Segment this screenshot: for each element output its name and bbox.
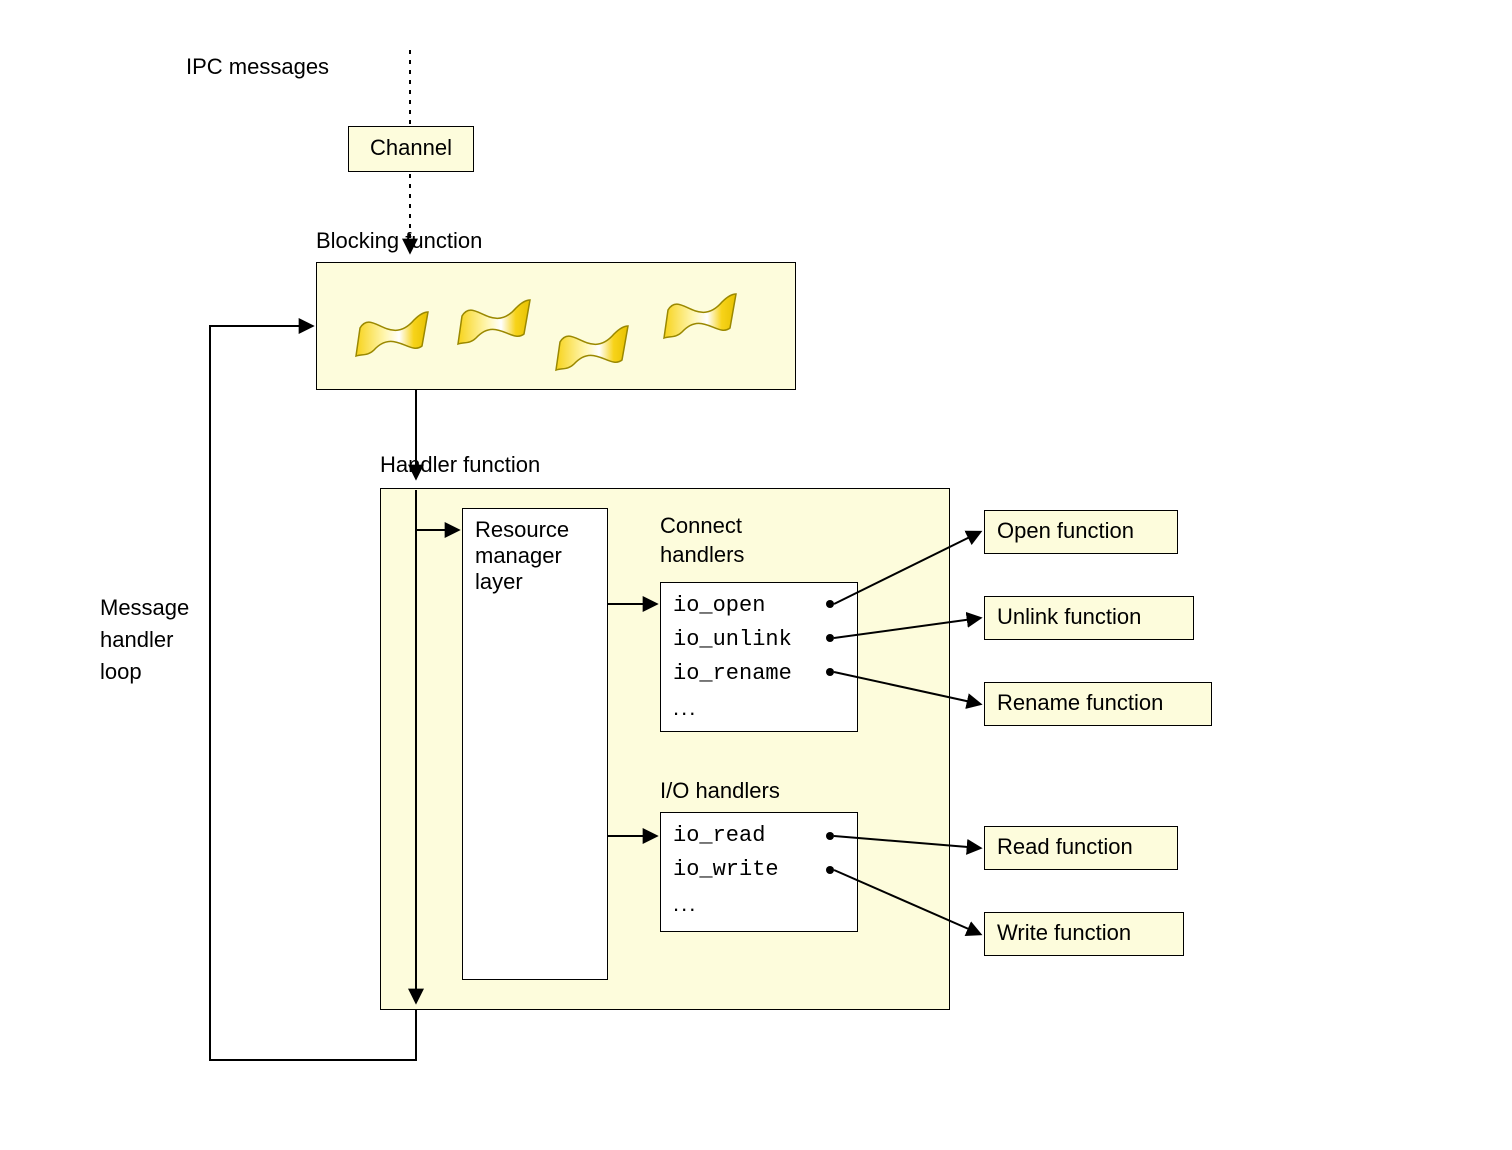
blocking-function-title: Blocking function: [316, 228, 482, 254]
connect-more-item: ...: [673, 691, 845, 725]
channel-box: Channel: [348, 126, 474, 172]
loop-label-l3: loop: [100, 656, 189, 688]
io-rename-item: io_rename: [673, 657, 845, 691]
rename-function-box: Rename function: [984, 682, 1212, 726]
unlink-function-box: Unlink function: [984, 596, 1194, 640]
resource-manager-l2: manager: [475, 543, 595, 569]
ipc-messages-label: IPC messages: [186, 54, 329, 80]
resource-manager-l1: Resource: [475, 517, 595, 543]
io-more-item: ...: [673, 887, 845, 921]
connect-handlers-title-l1: Connect: [660, 512, 744, 541]
read-function-box: Read function: [984, 826, 1178, 870]
diagram-canvas: IPC messages Channel Blocking function H…: [0, 0, 1512, 1150]
loop-label-l2: handler: [100, 624, 189, 656]
resource-manager-layer-box: Resource manager layer: [462, 508, 608, 980]
handler-function-title: Handler function: [380, 452, 540, 478]
connect-handlers-box: io_open io_unlink io_rename ...: [660, 582, 858, 732]
io-open-item: io_open: [673, 589, 845, 623]
connect-handlers-title: Connect handlers: [660, 512, 744, 569]
io-read-item: io_read: [673, 819, 845, 853]
resource-manager-l3: layer: [475, 569, 595, 595]
connect-handlers-title-l2: handlers: [660, 541, 744, 570]
write-function-box: Write function: [984, 912, 1184, 956]
io-handlers-title: I/O handlers: [660, 778, 780, 804]
io-unlink-item: io_unlink: [673, 623, 845, 657]
loop-label-l1: Message: [100, 592, 189, 624]
io-handlers-box: io_read io_write ...: [660, 812, 858, 932]
message-handler-loop-label: Message handler loop: [100, 592, 189, 688]
blocking-function-box: [316, 262, 796, 390]
io-write-item: io_write: [673, 853, 845, 887]
open-function-box: Open function: [984, 510, 1178, 554]
